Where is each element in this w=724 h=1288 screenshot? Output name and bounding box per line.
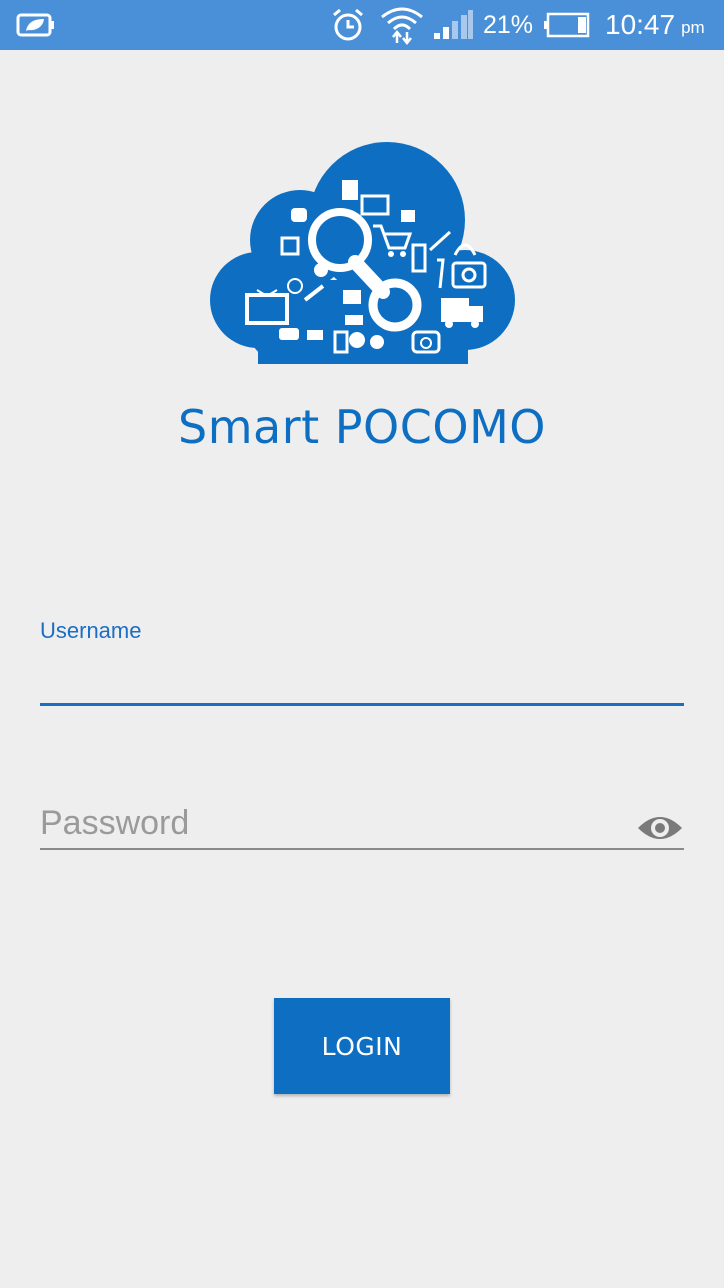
- login-button[interactable]: LOGIN: [274, 998, 450, 1094]
- username-label: Username: [40, 618, 142, 643]
- clock-ampm: pm: [681, 18, 705, 37]
- show-password-icon[interactable]: [636, 810, 684, 846]
- leaf-battery-icon: [16, 0, 56, 50]
- alarm-icon: [330, 0, 366, 50]
- battery-icon: [543, 0, 591, 50]
- clock: 10:47 pm: [605, 0, 705, 50]
- clock-time: 10:47: [605, 9, 676, 40]
- username-underline: [40, 703, 684, 706]
- signal-icon: [432, 0, 474, 50]
- password-underline: [40, 848, 684, 850]
- battery-percent: 21%: [483, 10, 534, 39]
- app-logo: [205, 140, 517, 370]
- wifi-icon: [380, 0, 424, 50]
- password-input[interactable]: [40, 800, 620, 846]
- username-input[interactable]: [40, 650, 684, 702]
- app-title: Smart POCOMO: [178, 400, 546, 454]
- status-bar: 21% 10:47 pm: [0, 0, 724, 50]
